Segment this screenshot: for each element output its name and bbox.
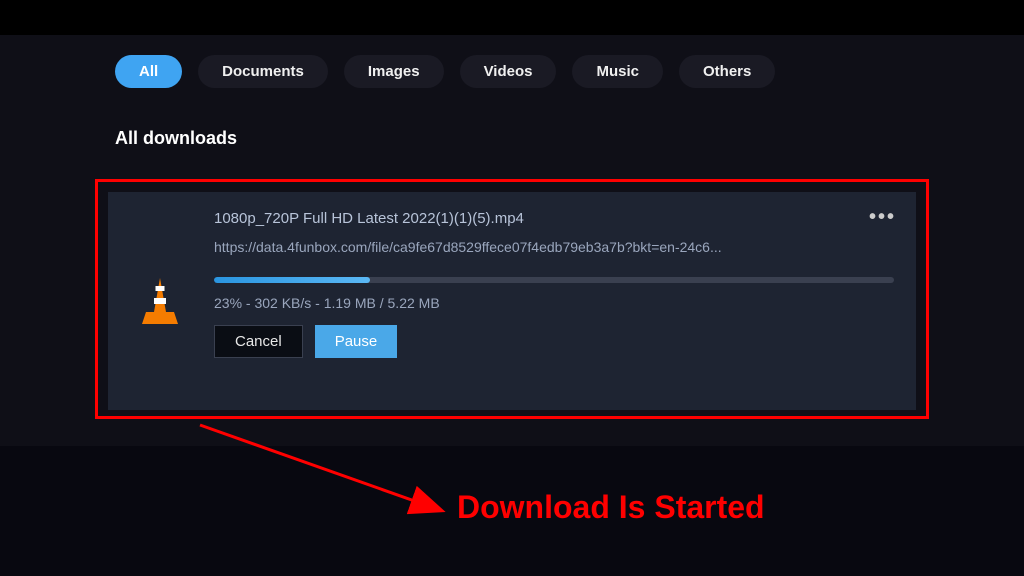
filter-tab-row: All Documents Images Videos Music Others <box>40 55 984 88</box>
progress-fill <box>214 277 370 283</box>
annotation-text: Download Is Started <box>457 489 765 526</box>
tab-documents[interactable]: Documents <box>198 55 328 88</box>
tab-videos[interactable]: Videos <box>460 55 557 88</box>
tab-others[interactable]: Others <box>679 55 775 88</box>
download-filename: 1080p_720P Full HD Latest 2022(1)(1)(5).… <box>214 210 894 227</box>
download-url: https://data.4funbox.com/file/ca9fe67d85… <box>214 239 894 255</box>
more-options-icon[interactable]: ••• <box>869 206 896 229</box>
cancel-button[interactable]: Cancel <box>214 325 303 358</box>
section-heading: All downloads <box>40 128 984 149</box>
window-top-bar <box>0 0 1024 35</box>
main-panel: All Documents Images Videos Music Others… <box>0 35 1024 465</box>
download-item: ••• 1080p_720P Full HD Latest 2022(1)(1)… <box>108 192 916 410</box>
tab-all[interactable]: All <box>115 55 182 88</box>
download-details: 1080p_720P Full HD Latest 2022(1)(1)(5).… <box>214 210 894 392</box>
file-icon-column <box>130 210 190 392</box>
vlc-cone-icon <box>138 276 182 326</box>
tab-images[interactable]: Images <box>344 55 444 88</box>
action-button-row: Cancel Pause <box>214 325 894 358</box>
tab-music[interactable]: Music <box>572 55 663 88</box>
progress-bar <box>214 277 894 283</box>
progress-status-text: 23% - 302 KB/s - 1.19 MB / 5.22 MB <box>214 295 894 311</box>
pause-button[interactable]: Pause <box>315 325 398 358</box>
annotation-highlight-box: ••• 1080p_720P Full HD Latest 2022(1)(1)… <box>95 179 929 419</box>
